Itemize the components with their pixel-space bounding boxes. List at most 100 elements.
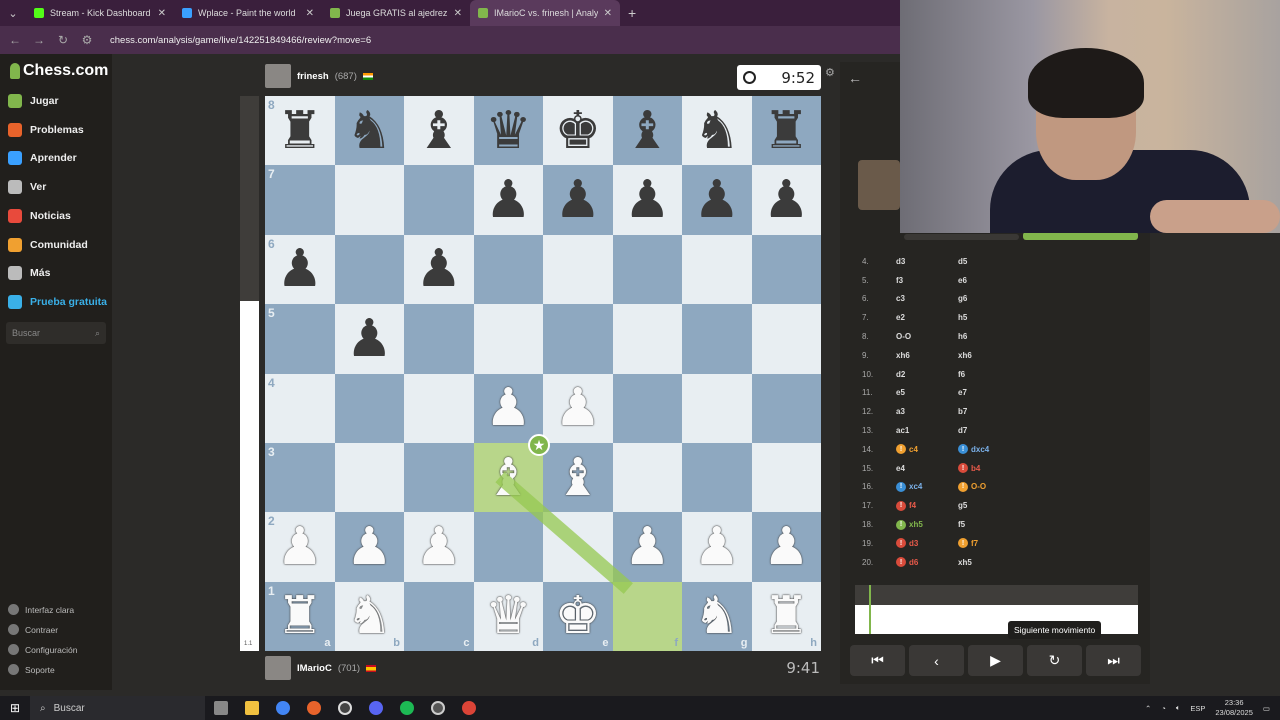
white-pawn-icon[interactable]: ♟ <box>485 382 532 434</box>
notifications-icon[interactable]: ▭ <box>1263 704 1270 713</box>
board-square[interactable]: ♞ <box>682 96 752 166</box>
board-square[interactable]: ♟ <box>334 512 404 582</box>
discord-icon[interactable] <box>360 701 391 715</box>
black-move[interactable]: d7 <box>958 426 1020 435</box>
browser-tab[interactable]: Wplace - Paint the world ✕ <box>174 0 322 26</box>
language-indicator[interactable]: ESP <box>1190 704 1205 713</box>
black-move[interactable]: e6 <box>958 276 1020 285</box>
close-tab-icon[interactable]: ✕ <box>604 8 612 19</box>
white-pawn-icon[interactable]: ♟ <box>763 521 810 573</box>
url-text[interactable]: chess.com/analysis/game/live/14225184946… <box>110 35 371 46</box>
board-square[interactable] <box>404 442 474 513</box>
board-square[interactable]: ♟ <box>612 165 682 235</box>
tab-menu-icon[interactable]: ⌄ <box>0 0 26 26</box>
black-move[interactable]: f6 <box>958 370 1020 379</box>
board-square[interactable]: ♞ <box>334 96 404 166</box>
obs-icon[interactable] <box>329 701 360 715</box>
black-move[interactable]: e7 <box>958 388 1020 397</box>
close-tab-icon[interactable]: ✕ <box>454 8 462 19</box>
browser-icon[interactable] <box>298 701 329 715</box>
white-move[interactable]: ! xh5 <box>896 519 958 530</box>
board-square[interactable] <box>751 373 821 443</box>
board-square[interactable]: 5 <box>265 304 335 374</box>
board-square[interactable] <box>334 442 404 513</box>
black-rook-icon[interactable]: ♜ <box>276 105 323 157</box>
board-square[interactable]: ♝ <box>543 442 613 513</box>
sidebar-item[interactable]: Comunidad <box>8 237 88 252</box>
board-square[interactable]: 6 ♟ <box>265 234 335 305</box>
white-move[interactable]: ! d6 <box>896 557 958 568</box>
black-move[interactable]: f5 <box>958 520 1020 529</box>
board-square[interactable]: ♟ <box>682 165 752 235</box>
white-king-icon[interactable]: ♚ <box>554 590 601 642</box>
board-square[interactable]: ♟ <box>543 165 613 235</box>
windows-start-icon[interactable]: ⊞ <box>0 701 30 715</box>
white-move[interactable]: xh6 <box>896 351 958 360</box>
sidebar-item[interactable]: Noticias <box>8 208 71 223</box>
board-square[interactable]: ♝ <box>404 96 474 166</box>
white-move[interactable]: a3 <box>896 407 958 416</box>
black-pawn-icon[interactable]: ♟ <box>763 174 810 226</box>
top-player-name[interactable]: frinesh <box>297 71 329 82</box>
black-pawn-icon[interactable]: ♟ <box>415 243 462 295</box>
chrome-icon[interactable] <box>267 701 298 715</box>
first-move-button[interactable]: ⏮ <box>850 645 905 676</box>
back-icon[interactable]: ← <box>8 33 22 47</box>
black-knight-icon[interactable]: ♞ <box>693 105 740 157</box>
board-square[interactable]: 8 ♜ <box>265 96 335 166</box>
board-square[interactable] <box>682 304 752 374</box>
board-square[interactable]: 1 a ♜ <box>265 581 335 652</box>
black-move[interactable]: ! dxc4 <box>958 444 1020 455</box>
back-arrow-icon[interactable]: ← <box>848 70 862 86</box>
board-square[interactable]: ♟ <box>612 512 682 582</box>
board-square[interactable] <box>404 373 474 443</box>
spotify-icon[interactable] <box>391 701 422 715</box>
board-square[interactable] <box>473 304 543 374</box>
white-knight-icon[interactable]: ♞ <box>693 590 740 642</box>
reload-icon[interactable]: ↻ <box>56 33 70 47</box>
white-pawn-icon[interactable]: ♟ <box>554 382 601 434</box>
white-move[interactable]: e4 <box>896 464 958 473</box>
white-move[interactable]: ! d3 <box>896 538 958 549</box>
tray-chevron-icon[interactable]: ⌃ <box>1145 704 1151 713</box>
white-move[interactable]: O-O <box>896 332 958 341</box>
board-square[interactable] <box>612 304 682 374</box>
file-explorer-icon[interactable] <box>236 701 267 715</box>
board-square[interactable]: 3 <box>265 442 335 513</box>
board-square[interactable] <box>612 234 682 305</box>
black-move[interactable]: xh6 <box>958 351 1020 360</box>
board-square[interactable] <box>473 234 543 305</box>
black-pawn-icon[interactable]: ♟ <box>276 243 323 295</box>
white-move[interactable]: f3 <box>896 276 958 285</box>
board-square[interactable] <box>682 442 752 513</box>
bottom-player-name[interactable]: IMarioC <box>297 663 332 674</box>
sidebar-item[interactable]: Jugar <box>8 94 59 108</box>
board-square[interactable] <box>473 512 543 582</box>
board-square[interactable]: ♟ <box>473 373 543 443</box>
black-move[interactable]: b7 <box>958 407 1020 416</box>
black-bishop-icon[interactable]: ♝ <box>624 105 671 157</box>
sidebar-footer-item[interactable]: Soporte <box>8 664 55 675</box>
white-move[interactable]: ! c4 <box>896 444 958 455</box>
black-move[interactable]: g6 <box>958 294 1020 303</box>
board-square[interactable] <box>543 234 613 305</box>
board-square[interactable]: ♛ <box>473 96 543 166</box>
black-pawn-icon[interactable]: ♟ <box>346 313 393 365</box>
black-move[interactable]: ! f7 <box>958 538 1020 549</box>
board-square[interactable]: ♟ <box>751 165 821 235</box>
black-move[interactable]: ! b4 <box>958 463 1020 474</box>
black-move[interactable]: h6 <box>958 332 1020 341</box>
white-move[interactable]: e2 <box>896 313 958 322</box>
board-square[interactable] <box>404 304 474 374</box>
sidebar-item[interactable]: Problemas <box>8 122 84 137</box>
last-move-button[interactable]: ⏭ <box>1086 645 1141 676</box>
chess-board[interactable]: 8♜♞♝♛♚♝♞♜7♟♟♟♟♟6♟♟5♟4♟♟3♝♝2♟♟♟♟♟♟1a♜b♞cd… <box>265 96 821 652</box>
wifi-icon[interactable]: ◔ <box>1161 704 1166 713</box>
board-square[interactable]: 7 <box>265 165 335 235</box>
white-move[interactable]: e5 <box>896 388 958 397</box>
board-square[interactable]: 4 <box>265 373 335 443</box>
board-square[interactable]: ♟ <box>543 373 613 443</box>
chrome-active-icon[interactable] <box>453 701 484 715</box>
white-move[interactable]: ac1 <box>896 426 958 435</box>
previous-move-button[interactable]: ‹ <box>909 645 964 676</box>
